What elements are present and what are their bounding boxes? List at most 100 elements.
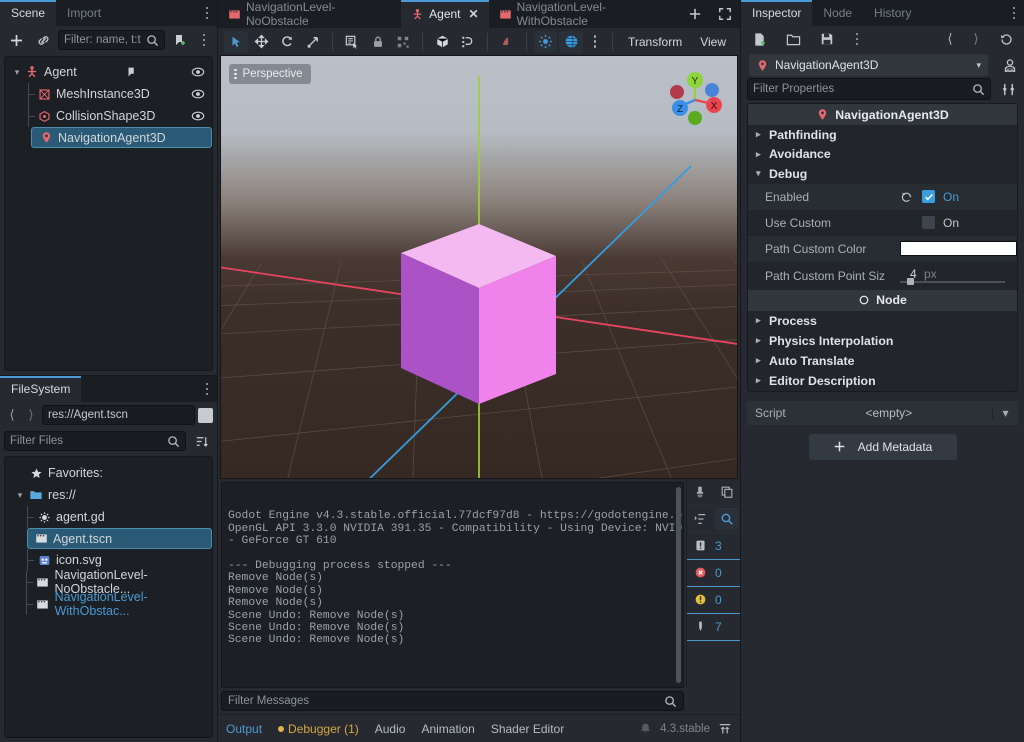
list-select-tool[interactable] bbox=[340, 31, 364, 53]
scene-options-menu-icon[interactable] bbox=[195, 38, 213, 42]
visibility-toggle-meshinstance3d[interactable] bbox=[191, 87, 205, 101]
viewport-axis-gizmo[interactable]: Y X Z bbox=[657, 62, 733, 138]
fs-row-navigationlevel-withobstacle[interactable]: NavigationLevel-WithObstac... bbox=[5, 590, 212, 618]
tab-node[interactable]: Node bbox=[812, 0, 864, 26]
clear-output-button[interactable] bbox=[688, 481, 712, 503]
property-enabled[interactable]: Enabled On bbox=[748, 183, 1017, 210]
counter-editor-messages[interactable]: 7 bbox=[687, 614, 740, 641]
snap-tool[interactable] bbox=[430, 31, 454, 53]
bottom-tab-audio[interactable]: Audio bbox=[375, 722, 406, 736]
perspective-menu-button[interactable]: Perspective bbox=[229, 64, 311, 85]
load-resource-button[interactable] bbox=[781, 28, 805, 50]
viewport-options[interactable] bbox=[585, 40, 605, 43]
category-pathfinding[interactable]: ▸ Pathfinding bbox=[748, 125, 1017, 145]
revert-icon[interactable] bbox=[900, 190, 913, 203]
fs-row-agent-gd[interactable]: agent.gd bbox=[5, 506, 212, 528]
fs-row-agent-tscn[interactable]: Agent.tscn bbox=[27, 528, 212, 549]
chevron-down-icon[interactable]: ▾ bbox=[13, 490, 27, 501]
property-use-custom-checkbox[interactable] bbox=[922, 216, 935, 229]
view-menu[interactable]: View bbox=[692, 35, 734, 49]
search-output-button[interactable] bbox=[714, 507, 739, 530]
visibility-toggle-collisionshape3d[interactable] bbox=[191, 109, 205, 123]
add-metadata-button[interactable]: Add Metadata bbox=[808, 433, 957, 460]
transform-menu[interactable]: Transform bbox=[620, 35, 690, 49]
bottom-tab-animation[interactable]: Animation bbox=[421, 722, 474, 736]
filesystem-path-input[interactable]: res://Agent.tscn bbox=[42, 405, 195, 425]
scene-dock-menu-icon[interactable] bbox=[197, 0, 217, 26]
scene-tab-navigationlevel-noobstacle[interactable]: NavigationLevel-NoObstacle bbox=[218, 0, 401, 28]
script-property-row[interactable]: Script <empty> ▾ bbox=[747, 400, 1018, 425]
category-avoidance[interactable]: ▸ Avoidance bbox=[748, 145, 1017, 165]
environment-preview[interactable] bbox=[559, 30, 584, 53]
lock-tool[interactable] bbox=[366, 31, 390, 53]
rotate-tool[interactable] bbox=[276, 31, 300, 53]
output-scrollbar[interactable] bbox=[676, 486, 681, 683]
property-path-custom-point-size-field[interactable]: 4 px bbox=[900, 265, 1005, 287]
open-docs-icon[interactable]: DOC bbox=[998, 54, 1022, 76]
chevron-right-icon[interactable]: ⟩ bbox=[23, 407, 39, 423]
chevron-left-icon[interactable]: ⟨ bbox=[4, 407, 20, 423]
sun-preview[interactable] bbox=[533, 30, 558, 53]
resource-menu-button[interactable] bbox=[849, 37, 865, 41]
output-filter-input[interactable]: Filter Messages bbox=[221, 691, 684, 711]
tab-inspector[interactable]: Inspector bbox=[741, 0, 813, 26]
viewport-3d[interactable]: Y X Z Perspective bbox=[220, 55, 738, 479]
select-tool[interactable] bbox=[224, 30, 248, 53]
chevron-down-icon[interactable]: ▾ bbox=[991, 405, 1018, 420]
fs-row-favorites[interactable]: Favorites: bbox=[5, 462, 212, 484]
tree-row-agent[interactable]: ▾ Agent bbox=[5, 61, 212, 83]
node-script-icon[interactable] bbox=[125, 65, 139, 79]
scene-tab-navigationlevel-withobstacle[interactable]: NavigationLevel-WithObstacle bbox=[489, 0, 680, 28]
sort-icon[interactable] bbox=[189, 430, 213, 452]
toggle-split-mode-button[interactable] bbox=[198, 407, 213, 423]
add-scene-tab-button[interactable] bbox=[680, 0, 710, 28]
property-path-custom-color-swatch[interactable] bbox=[900, 241, 1017, 256]
save-resource-button[interactable] bbox=[815, 28, 839, 50]
distraction-free-icon[interactable] bbox=[710, 0, 740, 28]
tab-history[interactable]: History bbox=[863, 0, 923, 26]
move-tool[interactable] bbox=[250, 31, 274, 53]
history-back-button[interactable]: ⟨ bbox=[942, 31, 958, 47]
bottom-tab-shader-editor[interactable]: Shader Editor bbox=[491, 722, 564, 736]
link-icon[interactable] bbox=[31, 29, 55, 51]
tab-scene[interactable]: Scene bbox=[0, 0, 57, 26]
group-tool[interactable] bbox=[392, 31, 416, 53]
property-enabled-checkbox[interactable] bbox=[922, 190, 935, 203]
bottom-tab-output[interactable]: Output bbox=[226, 722, 262, 736]
property-use-custom[interactable]: Use Custom On bbox=[748, 210, 1017, 236]
history-forward-button[interactable]: ⟩ bbox=[968, 31, 984, 47]
visibility-toggle-agent[interactable] bbox=[191, 65, 205, 79]
tools-icon[interactable] bbox=[996, 78, 1020, 100]
bell-icon[interactable] bbox=[639, 722, 652, 735]
slider-knob[interactable] bbox=[907, 278, 914, 285]
category-auto-translate[interactable]: ▸ Auto Translate bbox=[748, 351, 1017, 371]
fs-row-res-root[interactable]: ▾ res:// bbox=[5, 484, 212, 506]
attach-script-icon[interactable] bbox=[168, 29, 192, 51]
counter-error-messages[interactable]: 0 bbox=[687, 560, 740, 587]
history-button[interactable] bbox=[994, 28, 1018, 50]
category-debug[interactable]: ▾ Debug bbox=[748, 164, 1017, 184]
selected-object-dropdown[interactable]: NavigationAgent3D ▾ bbox=[749, 54, 988, 76]
category-physics-interpolation[interactable]: ▸ Physics Interpolation bbox=[748, 331, 1017, 351]
output-log[interactable]: Godot Engine v4.3.stable.official.77dcf9… bbox=[221, 481, 684, 688]
counter-standard-messages[interactable]: 3 bbox=[687, 533, 740, 560]
filesystem-menu-icon[interactable] bbox=[197, 376, 217, 402]
scene-filter-input[interactable]: Filter: name, t:t bbox=[58, 30, 165, 50]
collapse-output-button[interactable] bbox=[688, 508, 712, 530]
bottom-tab-debugger[interactable]: Debugger (1) bbox=[278, 722, 359, 736]
add-node-button[interactable] bbox=[4, 29, 28, 51]
tab-import[interactable]: Import bbox=[56, 0, 113, 26]
chevron-down-icon[interactable]: ▾ bbox=[11, 67, 23, 78]
scale-tool[interactable] bbox=[301, 31, 325, 53]
inspector-menu-icon[interactable] bbox=[1004, 0, 1024, 26]
ruler-tool[interactable] bbox=[495, 31, 519, 53]
tree-row-collisionshape3d[interactable]: CollisionShape3D bbox=[5, 105, 212, 127]
scene-tab-agent[interactable]: Agent ✕ bbox=[401, 0, 489, 28]
category-process[interactable]: ▸ Process bbox=[748, 311, 1017, 331]
filesystem-filter-input[interactable]: Filter Files bbox=[4, 431, 186, 451]
tree-row-navigationagent3d[interactable]: NavigationAgent3D bbox=[31, 127, 212, 148]
magnet-tool[interactable] bbox=[456, 31, 480, 53]
counter-warning-messages[interactable]: 0 bbox=[687, 587, 740, 614]
property-path-custom-point-size[interactable]: Path Custom Point Siz 4 px bbox=[748, 262, 1017, 290]
category-editor-description[interactable]: ▸ Editor Description bbox=[748, 371, 1017, 391]
